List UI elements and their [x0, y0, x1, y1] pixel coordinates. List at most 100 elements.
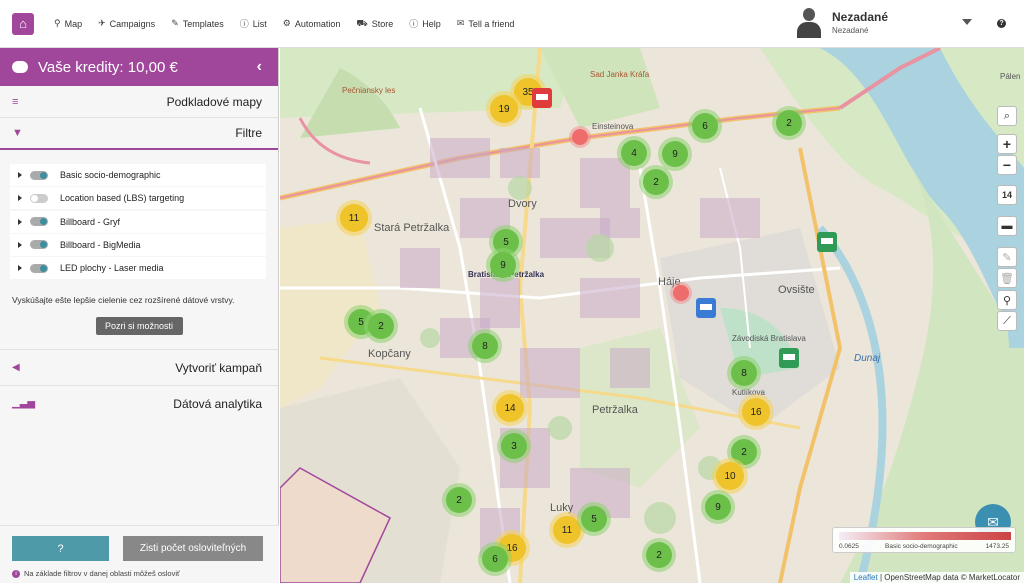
avatar-icon [796, 6, 822, 38]
map-cluster[interactable]: 3 [501, 433, 527, 459]
map-cluster[interactable]: 4 [621, 140, 647, 166]
map-cluster[interactable]: 2 [368, 313, 394, 339]
map-cluster[interactable]: 11 [340, 204, 368, 232]
map-label: Kopčany [368, 348, 411, 360]
map-cluster[interactable]: 9 [662, 141, 688, 167]
edit-icon[interactable]: ✎ [997, 247, 1017, 267]
nav-help[interactable]: ⓘ Help [409, 17, 441, 30]
nav-label: Automation [294, 18, 341, 29]
filter-label: LED plochy - Laser media [60, 263, 164, 274]
nav-tell-a-friend[interactable]: ✉ Tell a friend [457, 17, 515, 30]
section-label: Podkladové mapy [166, 94, 262, 109]
billboard-marker[interactable] [532, 88, 552, 108]
filter-row[interactable]: Basic socio-demographic [10, 164, 266, 186]
filter-row[interactable]: Billboard - BigMedia [10, 233, 266, 256]
billboard-marker[interactable] [817, 232, 837, 252]
map-user-icon[interactable]: ⌂ [12, 12, 34, 35]
trash-icon[interactable]: 🗑 [997, 268, 1017, 288]
caret-right-icon[interactable] [18, 172, 22, 178]
map-cluster[interactable]: 2 [731, 439, 757, 465]
filter-toggle[interactable] [30, 217, 48, 227]
map-canvas[interactable]: Pečniansky les Sad Janka Kráľa Einsteino… [280, 48, 1024, 583]
leaflet-link[interactable]: Leaflet [854, 573, 878, 582]
section-base-maps[interactable]: ≡ Podkladové mapy [0, 86, 278, 118]
filter-row[interactable]: Billboard - Gryf [10, 210, 266, 233]
caret-right-icon[interactable] [18, 195, 22, 202]
map-label: Petržalka [592, 404, 638, 416]
map-cluster[interactable]: 8 [731, 360, 757, 386]
filter-toggle[interactable] [30, 240, 48, 250]
ruler-icon[interactable]: ⟋ [997, 311, 1017, 331]
map-search-button[interactable]: ⌕ [997, 106, 1017, 126]
caret-right-icon[interactable] [18, 218, 22, 225]
nav-label: Map [64, 18, 83, 29]
caret-right-icon[interactable] [18, 241, 22, 248]
map-cluster[interactable]: 10 [716, 462, 744, 490]
question-icon[interactable]: ? [997, 19, 1006, 28]
rectangle-draw-icon[interactable]: ▬ [997, 216, 1017, 236]
chevron-down-icon[interactable] [962, 19, 972, 25]
map-label: Dunaj [854, 353, 881, 364]
attribution-text: | OpenStreetMap data © MarketLocator [877, 573, 1020, 582]
caret-right-icon[interactable] [18, 265, 22, 272]
map-cluster[interactable]: 19 [490, 95, 518, 123]
top-navigation-bar: ⌂ ⚲ Map ✈ Campaigns ✎ Templates ⓘ List ⚙ Auto… [0, 0, 1024, 48]
legend-min: 0.0625 [839, 543, 859, 550]
user-name: Nezadané [832, 9, 889, 24]
billboard-marker[interactable] [779, 348, 799, 368]
megaphone-icon: ✈ [98, 18, 106, 28]
map-cluster[interactable]: 6 [692, 113, 718, 139]
map-cluster[interactable]: 14 [496, 394, 524, 422]
filter-toggle[interactable] [30, 263, 48, 273]
section-label: Dátová analytika [173, 396, 262, 411]
section-create-campaign[interactable]: ◀ Vytvoriť kampaň [0, 349, 278, 385]
legend-name: Basic socio-demographic [885, 543, 958, 550]
collapse-sidebar-button[interactable]: ‹ [257, 58, 262, 76]
nav-automation[interactable]: ⚙ Automation [283, 17, 341, 30]
section-filters[interactable]: ▼ Filtre [0, 118, 278, 150]
filter-row[interactable]: Location based (LBS) targeting [10, 187, 266, 210]
nav-list[interactable]: ⓘ List [240, 17, 267, 30]
map-cluster[interactable]: 5 [581, 506, 607, 532]
map-label: Einsteinova [592, 122, 634, 131]
see-options-button[interactable]: Pozri si možnosti [95, 317, 183, 336]
nav-templates[interactable]: ✎ Templates [171, 17, 224, 30]
funnel-icon: ▼ [12, 127, 23, 139]
map-base-layer [280, 48, 1024, 583]
location-pin-icon[interactable]: ⚲ [997, 290, 1017, 310]
map-cluster[interactable]: 2 [643, 169, 669, 195]
map-point[interactable] [673, 285, 689, 301]
map-cluster[interactable]: 2 [446, 487, 472, 513]
map-cluster[interactable]: 6 [482, 546, 508, 572]
nav-campaigns[interactable]: ✈ Campaigns [98, 17, 155, 30]
sidebar-footer: ? Zisti počet osloviteľných i Na základe … [0, 525, 279, 583]
zoom-in-button[interactable]: + [997, 134, 1017, 154]
map-cluster[interactable]: 8 [472, 333, 498, 359]
billboard-marker[interactable] [696, 298, 716, 318]
count-reachable-button[interactable]: Zisti počet osloviteľných [123, 536, 263, 561]
map-cluster[interactable]: 16 [742, 398, 770, 426]
map-cluster[interactable]: 9 [490, 252, 516, 278]
legend-gradient [839, 532, 1011, 540]
filter-toggle[interactable] [30, 170, 48, 180]
nav-label: List [252, 18, 267, 29]
nav-map[interactable]: ⚲ Map [54, 17, 82, 30]
map-label: Závodiská Bratislava [732, 334, 806, 343]
section-data-analytics[interactable]: ▁▃▅ Dátová analytika [0, 385, 278, 421]
map-cluster[interactable]: 5 [493, 229, 519, 255]
question-button[interactable]: ? [12, 536, 109, 561]
map-cluster[interactable]: 9 [705, 494, 731, 520]
map-point[interactable] [572, 129, 588, 145]
map-cluster[interactable]: 11 [553, 516, 581, 544]
filter-toggle[interactable] [30, 193, 48, 203]
map-cluster[interactable]: 2 [776, 110, 802, 136]
filter-label: Location based (LBS) targeting [60, 193, 185, 204]
zoom-out-button[interactable]: − [997, 155, 1017, 175]
nav-store[interactable]: ⛟ Store [356, 17, 393, 30]
user-menu[interactable]: Nezadané Nezadané [796, 6, 888, 38]
map-cluster[interactable]: 2 [646, 542, 672, 568]
map-attribution: Leaflet | OpenStreetMap data © MarketLoc… [849, 572, 1024, 583]
filter-row[interactable]: LED plochy - Laser media [10, 257, 266, 280]
map-label: Dvory [508, 198, 537, 210]
main-nav: ⚲ Map ✈ Campaigns ✎ Templates ⓘ List ⚙ Automa… [54, 17, 530, 30]
